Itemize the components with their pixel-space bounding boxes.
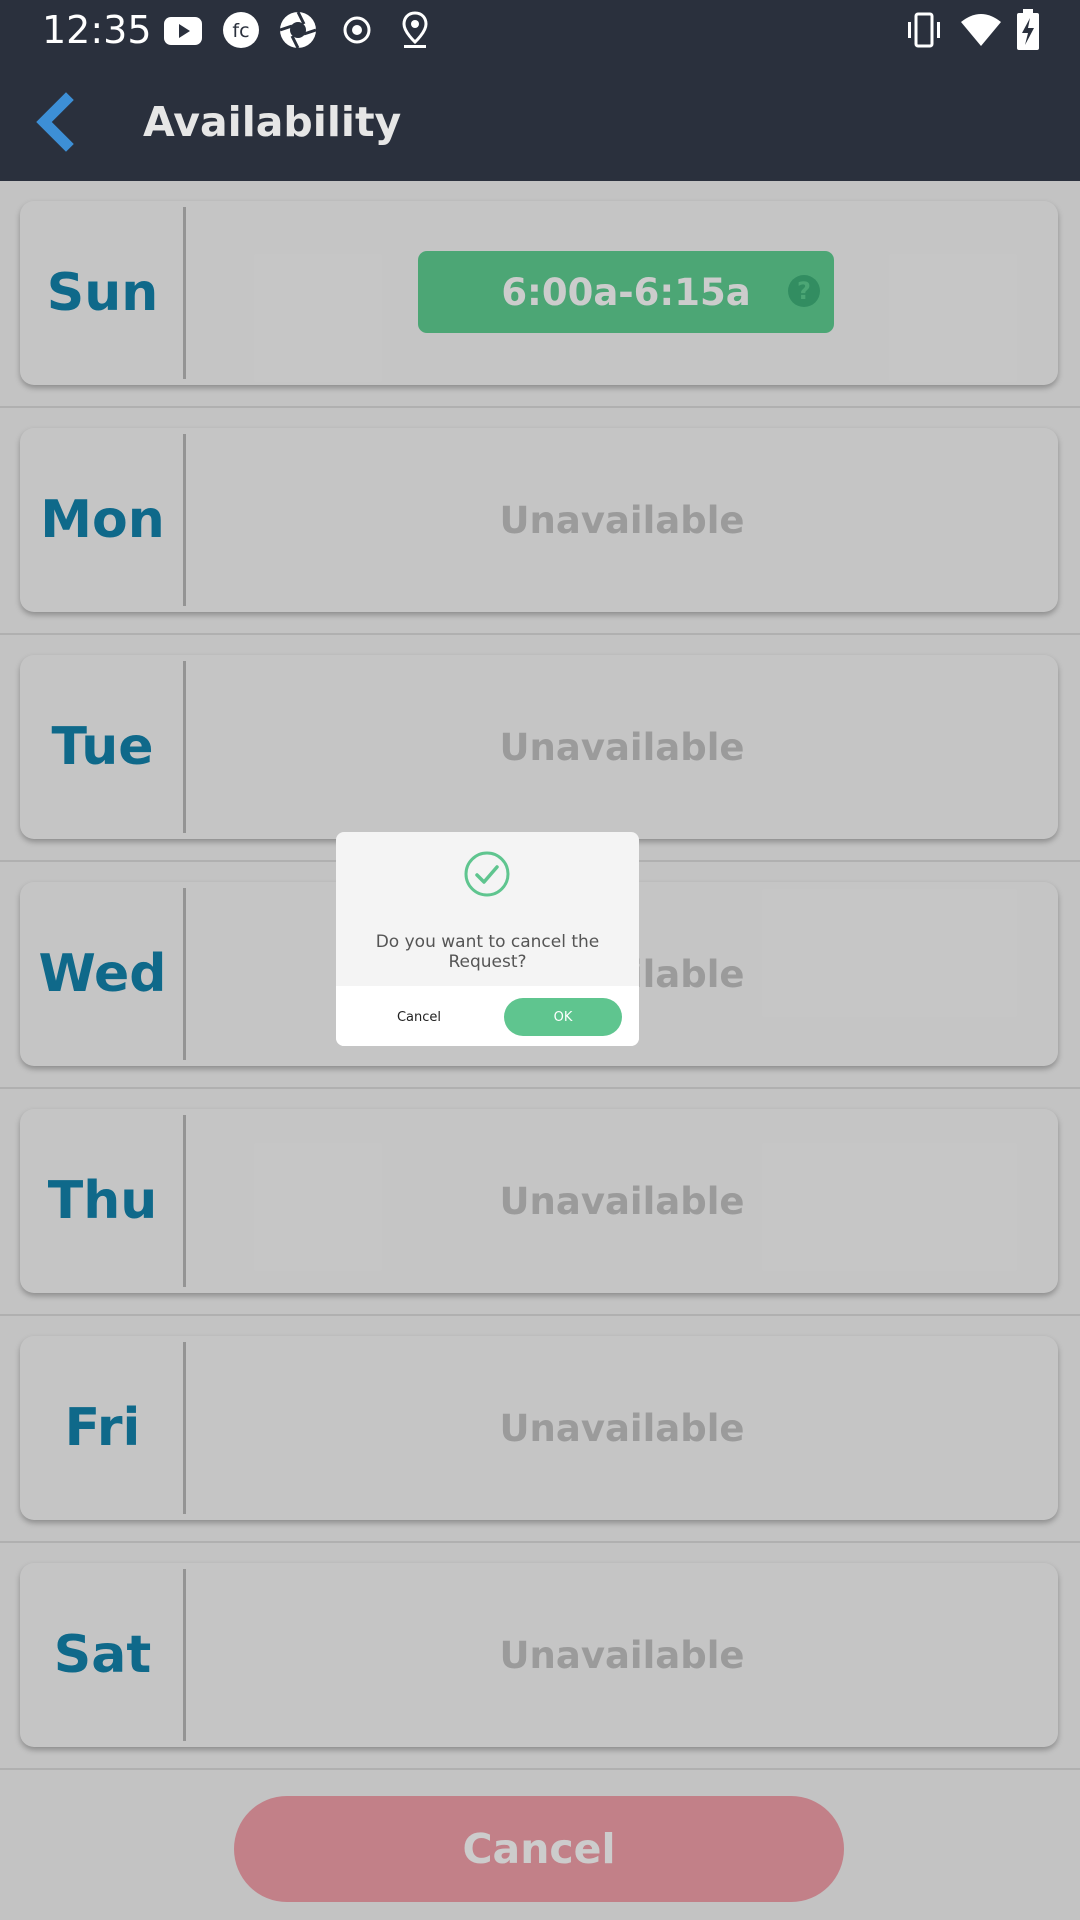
dialog-cancel-button[interactable]: Cancel	[364, 998, 474, 1036]
battery-charging-icon	[1017, 9, 1039, 50]
wifi-icon	[961, 14, 1001, 46]
modal-scrim[interactable]	[0, 181, 1080, 1920]
dialog-footer: Cancel OK	[336, 986, 639, 1046]
back-button[interactable]	[28, 88, 88, 156]
fc-app-icon: fc	[223, 12, 259, 48]
status-bar: 12:35 fc	[0, 0, 1080, 64]
check-circle-icon	[464, 851, 510, 897]
radio-record-icon	[343, 16, 371, 44]
page-title: Availability	[143, 98, 402, 146]
camera-aperture-icon	[279, 11, 317, 49]
svg-text:fc: fc	[232, 20, 249, 42]
app-bar: Availability	[0, 64, 1080, 181]
location-pin-icon	[402, 11, 428, 48]
status-time: 12:35	[42, 8, 152, 52]
vibrate-icon	[908, 12, 940, 48]
youtube-icon	[164, 17, 202, 45]
confirm-dialog: Do you want to cancel the Request? Cance…	[336, 832, 639, 1046]
chevron-left-icon	[36, 92, 74, 152]
dialog-ok-button[interactable]: OK	[504, 998, 622, 1036]
dialog-message: Do you want to cancel the Request?	[375, 932, 600, 972]
